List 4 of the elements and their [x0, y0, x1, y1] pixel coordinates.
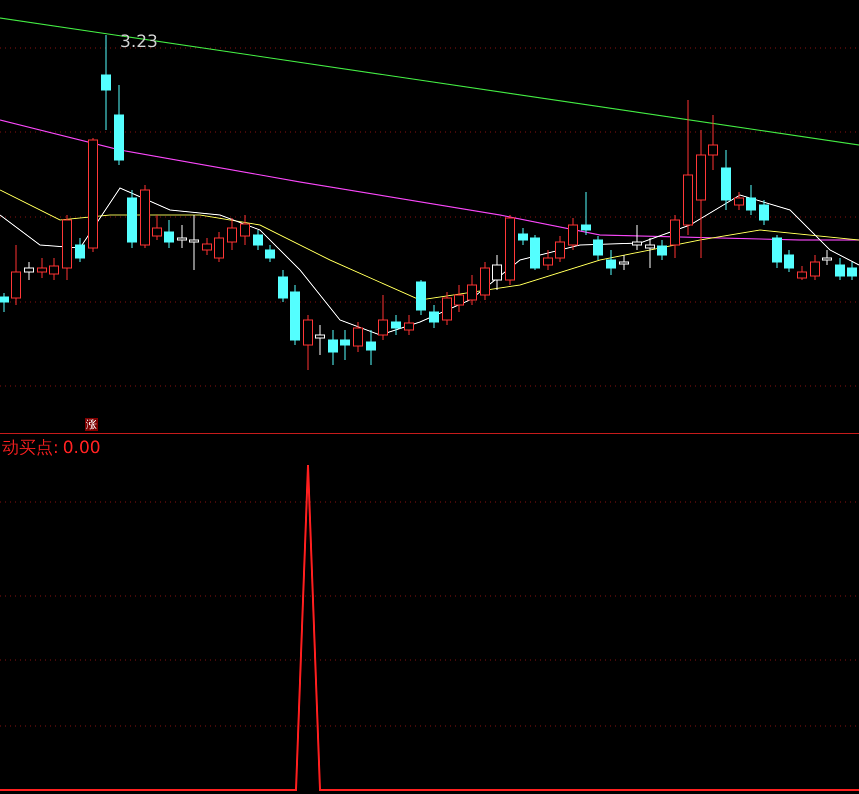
indicator-name: 动买点: — [2, 437, 59, 459]
high-price-label: 3.23 — [120, 32, 158, 52]
indicator-value: 0.00 — [62, 438, 101, 458]
rise-badge: 涨 — [85, 418, 98, 431]
